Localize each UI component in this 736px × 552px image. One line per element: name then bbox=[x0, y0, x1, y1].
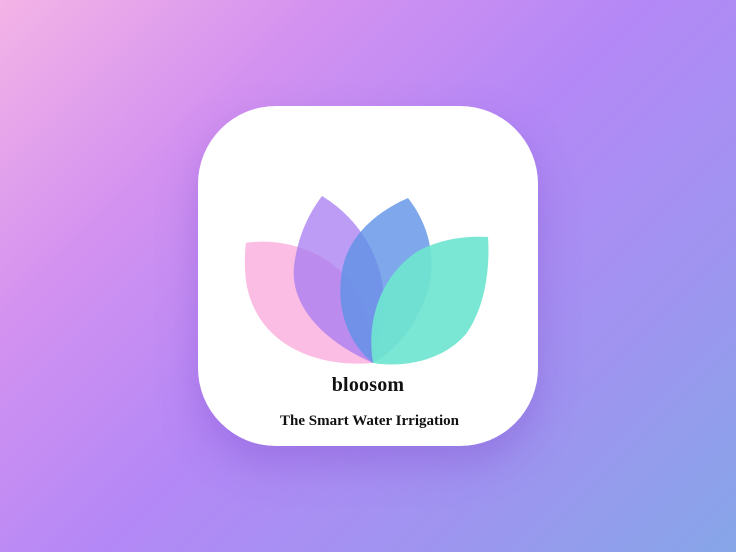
app-name: bloosom bbox=[331, 374, 405, 396]
app-icon-card: bloosom The Smart Water Irrigation bbox=[198, 106, 538, 446]
app-tagline: The Smart Water Irrigation bbox=[279, 413, 459, 429]
background: { "app": { "name": "bloosom", "tagline":… bbox=[0, 0, 736, 552]
